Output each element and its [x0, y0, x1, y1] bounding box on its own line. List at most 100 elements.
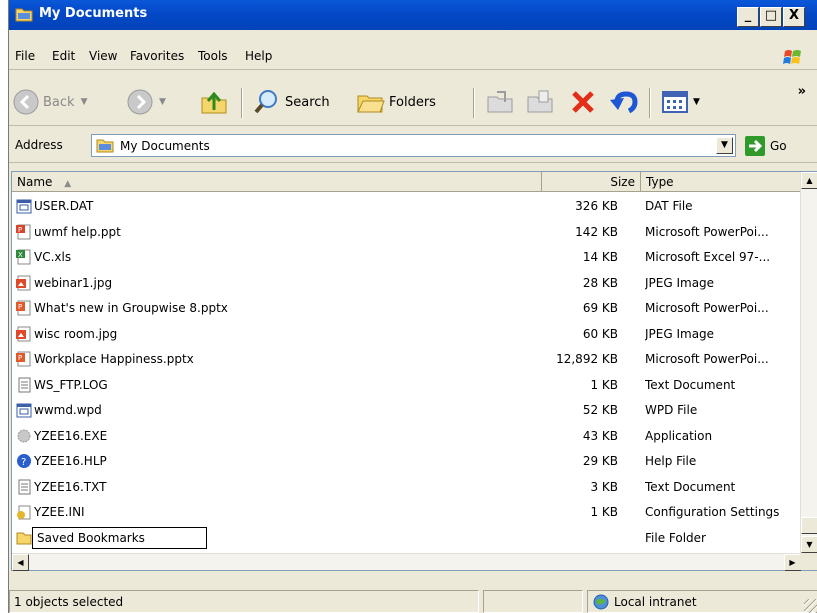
file-row[interactable]: ? YZEE16.HLP 29 KB Help File — [12, 449, 801, 475]
file-type: Configuration Settings — [645, 505, 780, 519]
column-header-size-label: Size — [610, 175, 635, 189]
file-row[interactable]: YZEE16.EXE 43 KB Application — [12, 424, 801, 450]
back-label: Back — [43, 94, 75, 110]
file-row[interactable]: Puwmf help.ppt 142 KB Microsoft PowerPoi..… — [12, 220, 801, 246]
file-list[interactable]: Name ▲ Size Type USER.DAT 326 KB DAT File P… — [11, 171, 817, 571]
file-row[interactable]: WS_FTP.LOG 1 KB Text Document — [12, 373, 801, 399]
file-row[interactable]: wisc room.jpg 60 KB JPEG Image — [12, 322, 801, 348]
back-button[interactable]: Back ▼ — [13, 86, 87, 118]
search-button[interactable]: Search — [253, 86, 330, 118]
file-type: JPEG Image — [645, 275, 715, 290]
file-name: webinar1.jpg — [34, 275, 113, 290]
scroll-up-button[interactable]: ▲ — [801, 172, 817, 189]
svg-text:P: P — [18, 226, 22, 234]
forward-dropdown-icon[interactable]: ▼ — [159, 97, 166, 107]
menu-edit[interactable]: Edit — [52, 49, 75, 63]
file-name: YZEE16.TXT — [34, 479, 107, 494]
ppt-file-icon: P — [16, 224, 31, 239]
intranet-globe-icon — [593, 594, 609, 609]
scroll-left-button[interactable]: ◀ — [12, 554, 29, 571]
address-value: My Documents — [120, 139, 210, 153]
views-button[interactable]: ▼ — [661, 86, 700, 118]
forward-button[interactable]: ▼ — [127, 86, 166, 118]
file-name: YZEE16.HLP — [34, 454, 107, 468]
column-header-type[interactable]: Type — [641, 172, 801, 192]
address-input[interactable]: My Documents ▼ — [91, 134, 736, 157]
menu-favorites[interactable]: Favorites — [130, 49, 184, 63]
address-label: Address — [15, 138, 63, 152]
column-header-type-label: Type — [646, 175, 674, 189]
file-row[interactable]: P Workplace Happiness.pptx 12,892 KB Micros… — [12, 347, 801, 373]
file-type: Text Document — [645, 479, 736, 494]
menu-help[interactable]: Help — [245, 49, 272, 63]
wpd-file-icon — [16, 403, 32, 418]
resize-grip[interactable] — [804, 599, 817, 613]
svg-text:P: P — [18, 303, 22, 311]
file-name: uwmf help.ppt — [34, 224, 121, 239]
menu-bar: File Edit View Favorites Tools Help — [9, 45, 817, 70]
folders-icon — [357, 95, 385, 113]
horizontal-scrollbar[interactable]: ◀ ▶ — [12, 553, 801, 571]
file-type: Microsoft PowerPoi... — [645, 224, 769, 239]
file-row[interactable]: wwmd.wpd 52 KB WPD File — [12, 398, 801, 424]
scroll-corner — [800, 553, 817, 570]
delete-button[interactable] — [569, 86, 597, 118]
vertical-scrollbar[interactable]: ▲ ▼ — [800, 172, 817, 553]
file-type: WPD File — [645, 403, 698, 417]
menu-view[interactable]: View — [89, 49, 117, 63]
rename-input[interactable]: Saved Bookmarks — [32, 526, 207, 549]
folders-button[interactable]: Folders — [355, 86, 436, 118]
up-folder-button[interactable] — [199, 86, 229, 118]
go-arrow-icon — [745, 136, 765, 156]
menu-file[interactable]: File — [15, 49, 35, 63]
file-row[interactable]: Saved Bookmarks File Folder — [12, 526, 801, 552]
file-size: 28 KB — [582, 275, 618, 290]
menu-tools[interactable]: Tools — [198, 49, 228, 63]
column-header-size[interactable]: Size — [542, 172, 641, 192]
help-file-icon: ? — [17, 454, 31, 468]
minimize-button[interactable]: _ — [737, 7, 759, 27]
file-row[interactable]: YZEE16.TXT 3 KB Text Document — [12, 475, 801, 501]
scroll-right-button[interactable]: ▶ — [784, 554, 801, 571]
address-dropdown-button[interactable]: ▼ — [716, 137, 733, 154]
text-file-icon — [18, 377, 31, 392]
move-to-button[interactable] — [485, 86, 515, 118]
title-bar[interactable]: My Documents _ □ X — [9, 0, 817, 30]
column-header-name[interactable]: Name ▲ — [12, 172, 542, 192]
file-row[interactable]: webinar1.jpg 28 KB JPEG Image — [12, 271, 801, 297]
scroll-down-button[interactable]: ▼ — [801, 536, 817, 553]
search-label: Search — [285, 94, 330, 110]
back-dropdown-icon[interactable]: ▼ — [81, 97, 88, 107]
move-to-icon — [487, 91, 513, 113]
dat-file-icon — [16, 199, 32, 214]
file-name: Workplace Happiness.pptx — [34, 352, 194, 366]
go-button[interactable]: Go — [745, 136, 787, 156]
toolbar-overflow-chevron[interactable]: » — [798, 84, 806, 99]
folders-label: Folders — [389, 94, 436, 110]
file-row[interactable]: YZEE.INI 1 KB Configuration Settings — [12, 500, 801, 526]
column-headers: Name ▲ Size Type — [12, 172, 801, 192]
file-type: Microsoft Excel 97-... — [645, 250, 771, 264]
maximize-button[interactable]: □ — [760, 7, 782, 27]
vertical-scroll-thumb[interactable] — [801, 517, 817, 534]
forward-arrow-icon — [127, 89, 153, 115]
close-button[interactable]: X — [783, 7, 805, 27]
file-name: wisc room.jpg — [34, 326, 118, 341]
file-size: 60 KB — [582, 326, 618, 341]
file-row[interactable]: X VC.xls 14 KB Microsoft Excel 97-... — [12, 245, 801, 271]
file-name: VC.xls — [34, 250, 72, 264]
file-size: 1 KB — [590, 505, 618, 519]
exe-file-icon — [17, 429, 31, 442]
file-type: Help File — [645, 454, 697, 468]
views-dropdown-icon[interactable]: ▼ — [693, 97, 700, 107]
file-row[interactable]: USER.DAT 326 KB DAT File — [12, 194, 801, 220]
undo-button[interactable] — [609, 86, 639, 118]
status-selection: 1 objects selected — [9, 590, 479, 613]
file-size: 326 KB — [575, 199, 618, 213]
file-name: YZEE16.EXE — [34, 428, 108, 443]
delete-x-icon — [572, 91, 594, 113]
address-bar: Address My Documents ▼ Go — [9, 129, 817, 163]
file-row[interactable]: P What's new in Groupwise 8.pptx 69 KB Micr… — [12, 296, 801, 322]
xls-file-icon: X — [16, 249, 31, 265]
copy-to-button[interactable] — [525, 86, 555, 118]
